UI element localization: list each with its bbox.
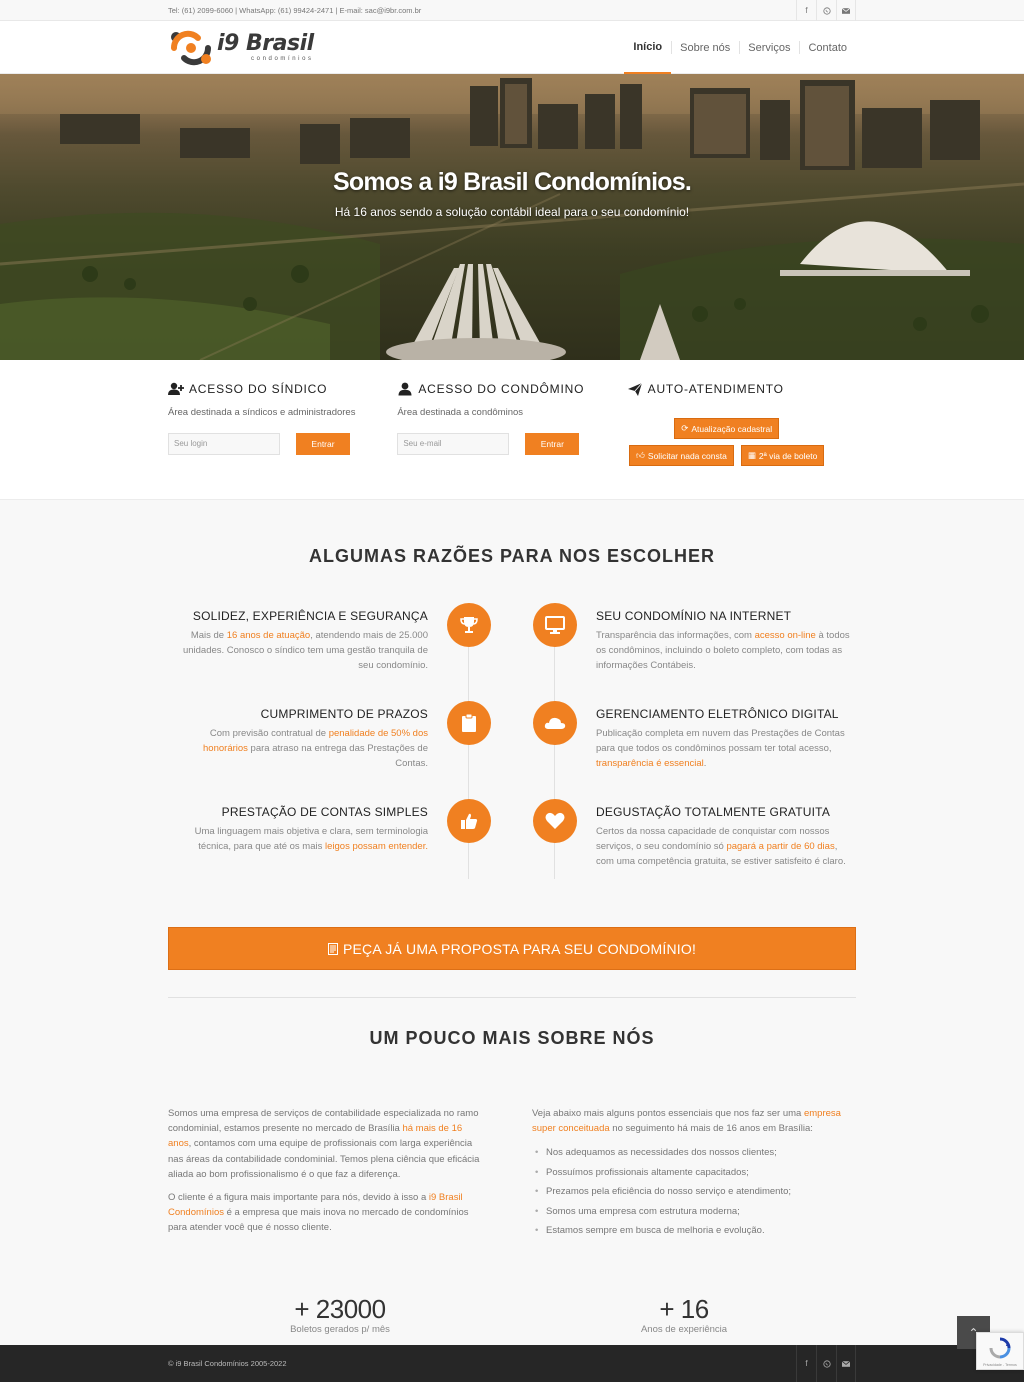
sindico-desc: Área destinada a síndicos e administrado… [168,407,356,418]
hero-subtitle: Há 16 anos sendo a solução contábil idea… [334,205,690,219]
condomino-email-input[interactable]: Seu e-mail [397,433,510,455]
sindico-form: Seu login Entrar [168,433,397,455]
site-footer: © i9 Brasil Condomínios 2005-2022 f [0,1345,1024,1382]
contact-info: Tel: (61) 2099-6060 | WhatsApp: (61) 994… [168,6,422,15]
main-nav: Início Sobre nós Serviços Contato [624,21,856,74]
reason-item: CUMPRIMENTO DE PRAZOS Com previsão contr… [203,707,428,769]
site-header: i9 Brasil condomínios Início Sobre nós S… [0,21,1024,74]
document-icon [327,942,338,955]
top-socials: f [796,0,856,21]
about-list: Nos adequamos as necessidades dos nossos… [532,1145,850,1238]
logo-mark-icon [168,28,214,68]
stat-experiencia: + 16 Anos de experiência [640,1294,728,1336]
list-item: Somos uma empresa com estrutura moderna; [532,1204,850,1219]
boleto-copy-button[interactable]: ▦ 2ª via de boleto [740,445,825,466]
thumbs-up-icon [447,799,491,843]
mail-icon[interactable] [836,1345,856,1382]
reasons-title: ALGUMAS RAZÕES PARA NOS ESCOLHER [308,546,716,566]
timeline-right-line [554,647,555,879]
paper-plane-icon [627,382,643,396]
stat-boletos: + 23000 Boletos gerados p/ mês [290,1294,390,1336]
self-service-title: AUTO-ATENDIMENTO [647,382,784,396]
hero-banner: Somos a i9 Brasil Condomínios. Há 16 ano… [0,74,1024,360]
self-service: AUTO-ATENDIMENTO ⟳ Atualização cadastral… [627,381,856,466]
reasons-list: SOLIDEZ, EXPERIÊNCIA E SEGURANÇA Mais de… [168,603,856,893]
condomino-desc: Área destinada a condôminos [397,407,524,418]
reason-item: DEGUSTAÇÃO TOTALMENTE GRATUITA Certos da… [596,805,846,867]
reason-item: SEU CONDOMÍNIO NA INTERNET Transparência… [596,609,850,671]
reason-item: SOLIDEZ, EXPERIÊNCIA E SEGURANÇA Mais de… [182,609,428,671]
condomino-title: ACESSO DO CONDÔMINO [418,382,585,396]
recaptcha-terms: Privacidade - Termos [983,1363,1017,1367]
sindico-access: ACESSO DO SÍNDICO Área destinada a síndi… [168,381,397,466]
calculator-icon: ▦ [747,450,756,460]
top-bar: Tel: (61) 2099-6060 | WhatsApp: (61) 994… [0,0,1024,21]
nav-sobre-nos[interactable]: Sobre nós [671,21,739,74]
logo-sub: condomínios [251,56,314,62]
trophy-icon [447,603,491,647]
about-content: Somos uma empresa de serviços de contabi… [168,1106,856,1242]
site-logo[interactable]: i9 Brasil condomínios [168,28,314,68]
sindico-login-input[interactable]: Seu login [168,433,280,455]
hero-title: Somos a i9 Brasil Condomínios. [332,168,692,196]
update-registration-button[interactable]: ⟳ Atualização cadastral [674,418,780,439]
condomino-enter-button[interactable]: Entrar [525,433,580,455]
sindico-title: ACESSO DO SÍNDICO [189,382,328,396]
nav-inicio[interactable]: Início [624,21,672,74]
sindico-enter-button[interactable]: Entrar [296,433,350,455]
about-title: UM POUCO MAIS SOBRE NÓS [369,1028,655,1048]
facebook-icon[interactable]: f [796,0,816,21]
copyright: © i9 Brasil Condomínios 2005-2022 [168,1359,287,1368]
facebook-icon[interactable]: f [796,1345,816,1382]
condomino-form: Seu e-mail Entrar [397,433,626,455]
list-item: Possuímos profissionais altamente capaci… [532,1165,850,1180]
stats-row: + 23000 Boletos gerados p/ mês + 16 Anos… [168,1296,856,1335]
list-item: Estamos sempre em busca de melhoria e ev… [532,1223,850,1238]
about-left: Somos uma empresa de serviços de contabi… [168,1108,480,1234]
reason-item: GERENCIAMENTO ELETRÔNICO DIGITAL Publica… [596,707,845,769]
monitor-icon [533,603,577,647]
condomino-access: ACESSO DO CONDÔMINO Área destinada a con… [397,381,626,466]
about-right: Veja abaixo mais alguns pontos essenciai… [532,1106,850,1242]
nav-contato[interactable]: Contato [799,21,856,74]
user-plus-icon [168,382,184,396]
whatsapp-icon[interactable] [816,0,836,21]
recaptcha-icon [989,1337,1011,1362]
reasons-section: ALGUMAS RAZÕES PARA NOS ESCOLHER SOLIDEZ… [0,500,1024,1345]
list-item: Prezamos pela eficiência do nosso serviç… [532,1184,850,1199]
nav-servicos[interactable]: Serviços [739,21,799,74]
footer-socials: f [796,1345,856,1382]
request-nada-consta-button[interactable]: 👍︎ Solicitar nada consta [629,445,734,466]
mail-icon[interactable] [836,0,856,21]
access-section: ACESSO DO SÍNDICO Área destinada a síndi… [0,360,1024,500]
clipboard-icon [447,701,491,745]
request-proposal-button[interactable]: PEÇA JÁ UMA PROPOSTA PARA SEU CONDOMÍNIO… [168,927,856,970]
logo-name: i9 Brasil [217,31,314,56]
cloud-icon [533,701,577,745]
heart-icon [533,799,577,843]
user-icon [397,382,413,396]
list-item: Nos adequamos as necessidades dos nossos… [532,1145,850,1160]
recaptcha-badge[interactable]: Privacidade - Termos [976,1332,1024,1370]
thumbs-up-small-icon: 👍︎ [636,450,645,460]
refresh-icon: ⟳ [681,423,689,433]
reason-item: PRESTAÇÃO DE CONTAS SIMPLES Uma linguage… [194,805,428,852]
timeline-left-line [468,647,469,879]
whatsapp-icon[interactable] [816,1345,836,1382]
